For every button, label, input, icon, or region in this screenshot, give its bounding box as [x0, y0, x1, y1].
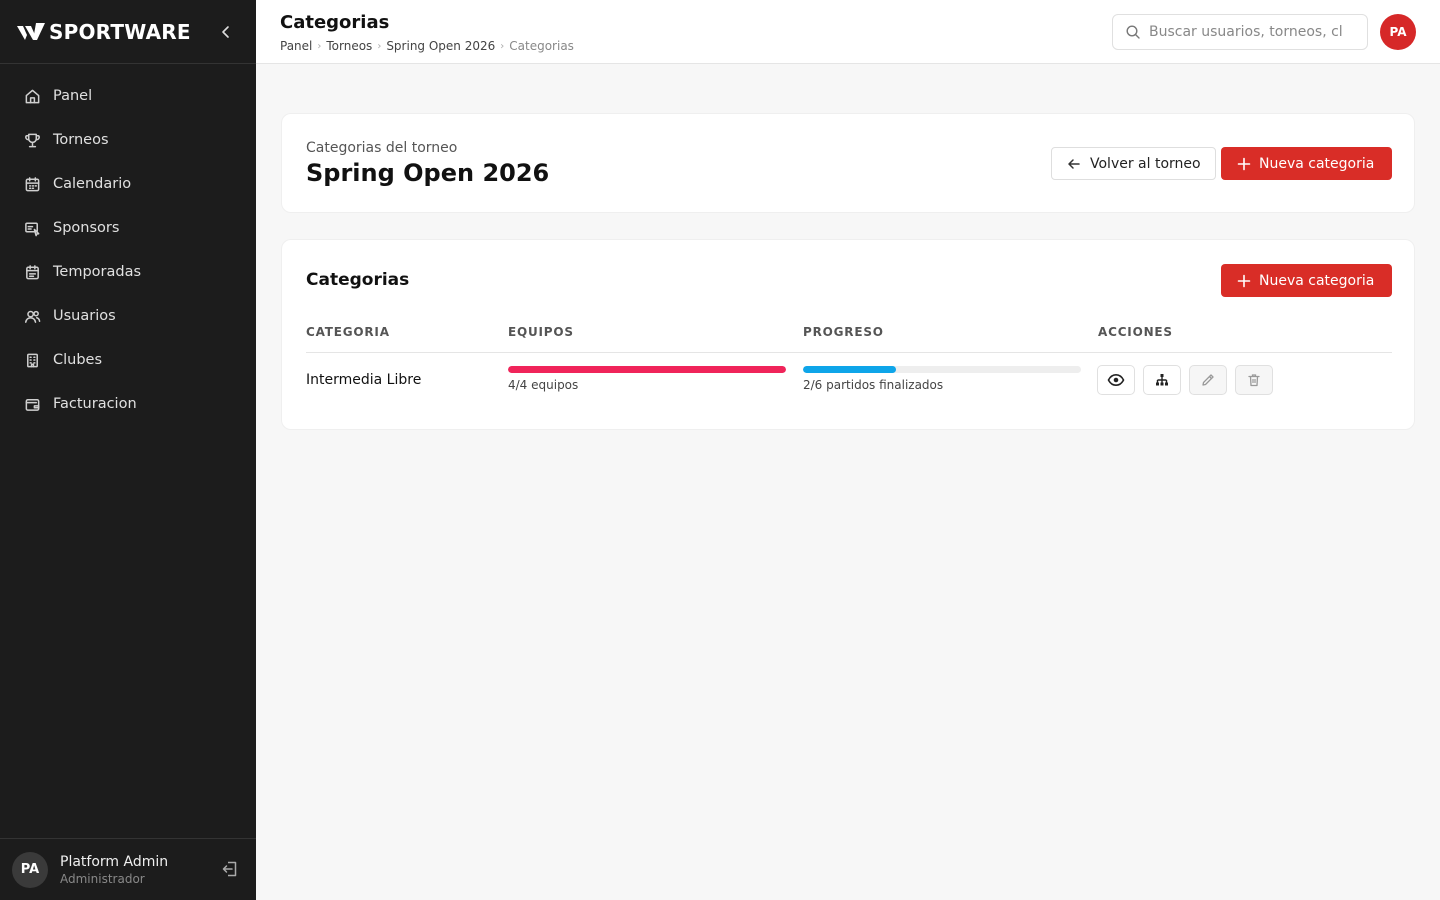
sidebar-item-label: Calendario — [53, 176, 132, 192]
brand-mark-icon — [17, 22, 45, 40]
delete-category-button[interactable] — [1235, 365, 1273, 395]
sponsor-icon — [25, 222, 40, 236]
button-label: Nueva categoria — [1259, 272, 1375, 289]
sidebar-item-label: Usuarios — [53, 308, 116, 324]
collapse-sidebar-button[interactable] — [214, 20, 238, 44]
sidebar-item-temporadas[interactable]: Temporadas — [0, 250, 256, 294]
breadcrumb-torneos[interactable]: Torneos — [326, 39, 372, 53]
sidebar-item-label: Facturacion — [53, 396, 137, 412]
sidebar-user-info: Platform Admin Administrador — [60, 854, 220, 886]
sidebar-item-label: Torneos — [53, 132, 109, 148]
eye-icon — [1107, 373, 1125, 387]
sidebar-item-label: Temporadas — [53, 264, 142, 280]
sidebar-item-panel[interactable]: Panel — [0, 74, 256, 118]
category-name: Intermedia Libre — [306, 372, 422, 388]
search-box — [1112, 14, 1368, 50]
user-role: Administrador — [60, 871, 145, 886]
breadcrumb-current: Categorias — [509, 39, 574, 53]
trophy-icon — [25, 133, 40, 147]
season-icon — [26, 264, 39, 279]
sidebar-item-label: Panel — [53, 88, 93, 104]
button-label: Nueva categoria — [1259, 155, 1375, 172]
users-icon — [24, 310, 41, 323]
brand-logo[interactable]: SPORTWARE — [16, 20, 191, 44]
sidebar-item-clubes[interactable]: Clubes — [0, 338, 256, 382]
chevron-left-icon — [222, 25, 229, 38]
brand-name: SPORTWARE — [49, 19, 191, 44]
column-header-equipos: EQUIPOS — [508, 325, 574, 339]
breadcrumb-panel[interactable]: Panel — [280, 39, 312, 53]
arrow-left-icon — [1068, 158, 1080, 169]
table-header-divider — [306, 352, 1392, 353]
user-avatar-button[interactable]: PA — [1380, 14, 1416, 50]
plus-icon — [1237, 157, 1251, 170]
breadcrumb-separator: › — [377, 40, 382, 52]
home-icon — [25, 89, 40, 103]
breadcrumb-tournament[interactable]: Spring Open 2026 — [386, 39, 495, 53]
column-header-acciones: ACCIONES — [1098, 325, 1173, 339]
sidebar-item-usuarios[interactable]: Usuarios — [0, 294, 256, 338]
edit-category-button[interactable] — [1189, 365, 1227, 395]
plus-icon — [1237, 274, 1251, 287]
new-category-button-secondary[interactable]: Nueva categoria — [1221, 264, 1392, 297]
building-icon — [27, 353, 38, 367]
back-to-tournament-button[interactable]: Volver al torneo — [1051, 147, 1216, 180]
matches-progress-fill — [803, 366, 896, 373]
matches-progress-text: 2/6 partidos finalizados — [803, 378, 944, 392]
tournament-header-card: Categorias del torneo Spring Open 2026 V… — [281, 113, 1415, 213]
user-name: Platform Admin — [60, 853, 169, 870]
view-category-button[interactable] — [1097, 365, 1135, 395]
sidebar-header: SPORTWARE — [0, 0, 256, 64]
teams-progress-fill — [508, 366, 786, 373]
section-title: Categorias — [306, 270, 410, 290]
new-category-button[interactable]: Nueva categoria — [1221, 147, 1392, 180]
column-header-progreso: PROGRESO — [803, 325, 884, 339]
avatar[interactable]: PA — [12, 851, 48, 888]
bracket-icon — [1156, 374, 1168, 386]
matches-progress-bar — [803, 366, 1081, 373]
page-title: Categorias — [280, 12, 390, 33]
breadcrumb-separator: › — [500, 40, 505, 52]
breadcrumb-separator: › — [317, 40, 322, 52]
trash-icon — [1248, 374, 1260, 387]
sidebar-item-label: Clubes — [53, 352, 103, 368]
sidebar-item-calendario[interactable]: Calendario — [0, 162, 256, 206]
topbar: Categorias Panel › Torneos › Spring Open… — [256, 0, 1440, 64]
sidebar-item-label: Sponsors — [53, 220, 120, 236]
button-label: Volver al torneo — [1090, 155, 1201, 172]
sidebar-nav: Panel Torneos Calendario Sponsors Tempor… — [0, 64, 256, 426]
sidebar-item-facturacion[interactable]: Facturacion — [0, 382, 256, 426]
calendar-icon — [25, 176, 40, 191]
sidebar: SPORTWARE Panel Torneos Calendario Spons… — [0, 0, 256, 900]
tournament-title: Spring Open 2026 — [306, 159, 550, 187]
breadcrumb: Panel › Torneos › Spring Open 2026 › Cat… — [280, 39, 574, 53]
teams-progress-bar — [508, 366, 786, 373]
wallet-icon — [25, 398, 40, 411]
teams-count: 4/4 equipos — [508, 378, 579, 392]
pencil-icon — [1202, 374, 1214, 386]
sidebar-item-sponsors[interactable]: Sponsors — [0, 206, 256, 250]
sidebar-item-torneos[interactable]: Torneos — [0, 118, 256, 162]
bracket-button[interactable] — [1143, 365, 1181, 395]
card-subtitle: Categorias del torneo — [306, 140, 458, 156]
search-input[interactable] — [1149, 24, 1345, 40]
logout-icon — [222, 861, 237, 876]
search-icon — [1126, 25, 1140, 39]
logout-button[interactable] — [220, 859, 242, 881]
sidebar-user: PA Platform Admin Administrador — [0, 838, 256, 900]
column-header-categoria: CATEGORIA — [306, 325, 390, 339]
categories-card: Categorias Nueva categoria CATEGORIA EQU… — [281, 239, 1415, 430]
